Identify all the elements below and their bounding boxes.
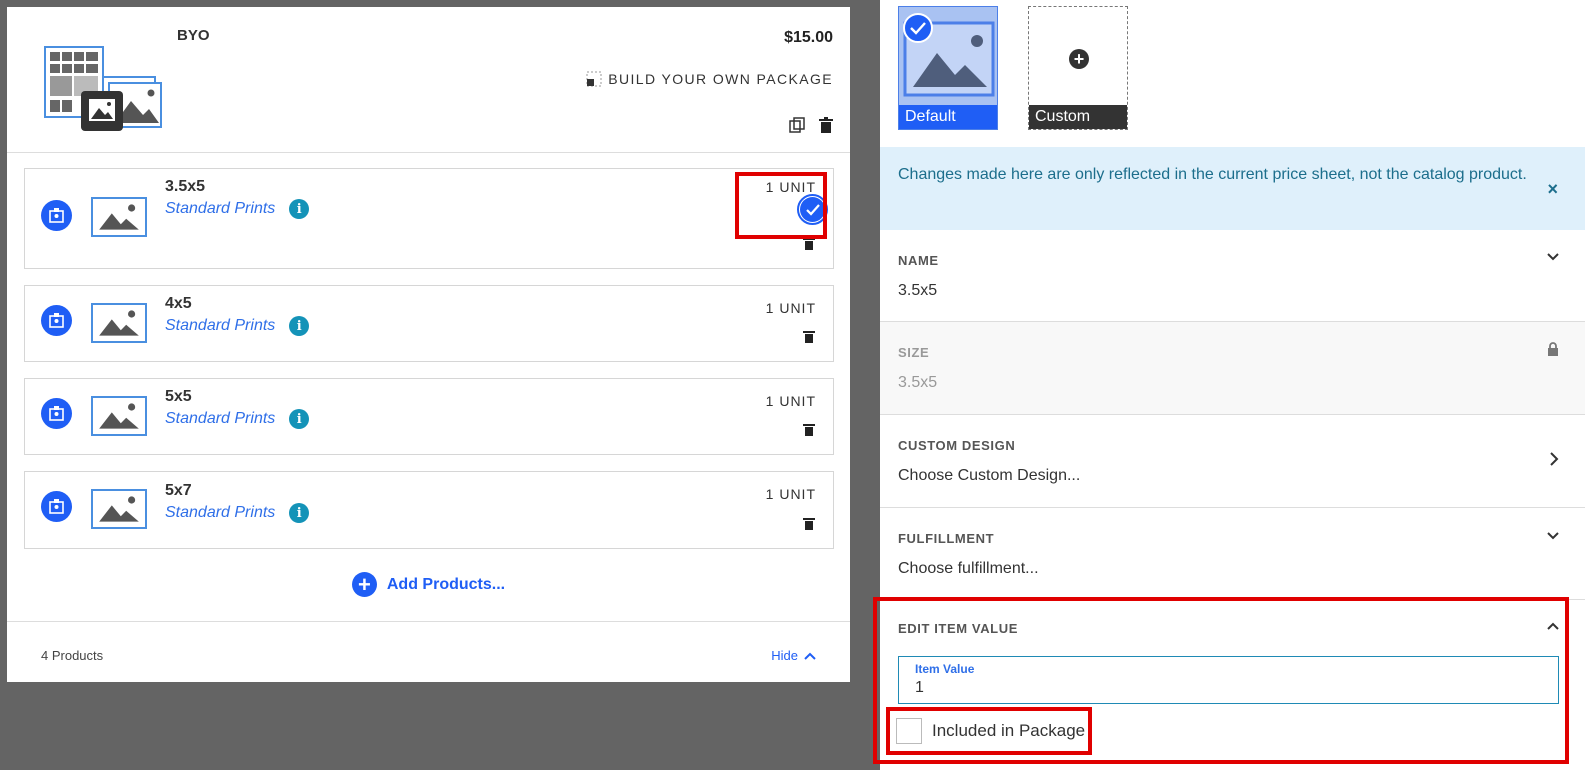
add-products-button[interactable]: + Add Products... — [7, 572, 850, 597]
card-footer: 4 Products Hide — [7, 621, 850, 682]
item-detail-panel: Default + Custom Changes made here are o… — [880, 0, 1585, 770]
custom-design-title: CUSTOM DESIGN — [898, 438, 1016, 453]
notice-text: Changes made here are only reflected in … — [898, 166, 1527, 183]
product-badge-icon[interactable] — [41, 398, 72, 429]
included-in-package-checkbox[interactable] — [896, 718, 922, 744]
package-actions — [789, 117, 833, 133]
product-image-icon — [91, 303, 147, 343]
product-name: 3.5x5 — [165, 178, 206, 195]
product-row[interactable]: 3.5x5 Standard Prints i 1 UNIT — [24, 168, 834, 269]
product-unit: 1 UNIT — [765, 486, 816, 502]
delete-product-icon[interactable] — [803, 237, 815, 250]
chevron-up-icon — [804, 652, 816, 660]
product-image-icon — [91, 489, 147, 529]
item-value-field[interactable]: Item Value — [898, 656, 1559, 704]
package-header: BYO $15.00 BUILD YOUR OWN PACKAGE — [7, 7, 850, 153]
product-category: Standard Prints i — [165, 316, 310, 336]
chevron-right-icon[interactable] — [1550, 452, 1559, 466]
close-icon[interactable]: × — [1547, 177, 1558, 202]
product-image-icon — [91, 396, 147, 436]
custom-image-tile[interactable]: + Custom — [1028, 6, 1128, 130]
product-category-label[interactable]: Standard Prints — [165, 410, 275, 428]
size-section: SIZE 3.5x5 — [880, 322, 1585, 415]
size-value: 3.5x5 — [898, 374, 938, 391]
product-category-label[interactable]: Standard Prints — [165, 317, 275, 335]
fulfillment-value: Choose fulfillment... — [898, 560, 1039, 577]
product-category: Standard Prints i — [165, 409, 310, 429]
package-type-label: BUILD YOUR OWN PACKAGE — [608, 71, 833, 87]
edit-item-value-section[interactable]: EDIT ITEM VALUE Item Value Included in P… — [880, 600, 1585, 770]
custom-design-section[interactable]: CUSTOM DESIGN Choose Custom Design... — [880, 415, 1585, 508]
default-image-tile[interactable]: Default — [898, 6, 998, 130]
chevron-down-icon[interactable] — [1547, 532, 1559, 540]
product-badge-icon[interactable] — [41, 200, 72, 231]
product-unit: 1 UNIT — [765, 393, 816, 409]
delete-package-icon[interactable] — [819, 117, 833, 133]
name-section[interactable]: NAME 3.5x5 — [880, 230, 1585, 322]
included-in-package-label: Included in Package — [932, 721, 1086, 740]
price-sheet-notice: Changes made here are only reflected in … — [880, 147, 1585, 230]
custom-tile-label: Custom — [1029, 105, 1127, 129]
package-card: BYO $15.00 BUILD YOUR OWN PACKAGE 3.5x5 … — [7, 7, 850, 682]
package-title: BYO — [177, 27, 210, 44]
product-name: 5x7 — [165, 482, 192, 499]
duplicate-icon[interactable] — [789, 117, 805, 133]
product-image-icon — [91, 197, 147, 237]
product-unit: 1 UNIT — [765, 179, 816, 195]
item-value-label: Item Value — [915, 662, 975, 676]
product-badge-icon[interactable] — [41, 305, 72, 336]
add-products-label: Add Products... — [386, 575, 506, 593]
product-unit: 1 UNIT — [765, 300, 816, 316]
lock-icon — [1548, 342, 1558, 356]
product-name: 5x5 — [165, 388, 192, 405]
default-tile-label: Default — [899, 105, 997, 129]
plus-icon: + — [1069, 49, 1089, 69]
delete-product-icon[interactable] — [803, 423, 815, 436]
product-row[interactable]: 5x5 Standard Prints i 1 UNIT — [24, 378, 834, 455]
delete-product-icon[interactable] — [803, 330, 815, 343]
info-icon[interactable]: i — [289, 409, 310, 429]
included-in-package-row[interactable]: Included in Package — [896, 718, 1085, 744]
selected-check-icon[interactable] — [797, 194, 828, 225]
product-count: 4 Products — [41, 648, 104, 663]
product-name: 4x5 — [165, 295, 192, 312]
product-category: Standard Prints i — [165, 199, 310, 219]
add-circle-icon: + — [351, 572, 377, 597]
product-category: Standard Prints i — [165, 503, 310, 523]
hide-button[interactable]: Hide — [771, 648, 816, 663]
build-package-icon — [586, 71, 602, 87]
package-thumbnail-icon — [44, 46, 162, 131]
selected-check-icon — [903, 13, 933, 43]
package-type: BUILD YOUR OWN PACKAGE — [586, 71, 833, 87]
info-icon[interactable]: i — [289, 503, 310, 523]
item-value-input[interactable] — [915, 679, 1515, 697]
info-icon[interactable]: i — [289, 316, 310, 336]
product-row[interactable]: 4x5 Standard Prints i 1 UNIT — [24, 285, 834, 362]
product-category-label[interactable]: Standard Prints — [165, 200, 275, 218]
package-price: $15.00 — [784, 29, 833, 46]
fulfillment-title: FULFILLMENT — [898, 531, 995, 546]
product-row[interactable]: 5x7 Standard Prints i 1 UNIT — [24, 471, 834, 549]
product-badge-icon[interactable] — [41, 491, 72, 522]
info-icon[interactable]: i — [289, 199, 310, 219]
name-value: 3.5x5 — [898, 282, 938, 299]
product-category-label[interactable]: Standard Prints — [165, 504, 275, 522]
edit-item-value-title: EDIT ITEM VALUE — [898, 621, 1018, 636]
chevron-up-icon[interactable] — [1547, 622, 1559, 630]
chevron-down-icon[interactable] — [1547, 253, 1559, 261]
size-title: SIZE — [898, 345, 930, 360]
name-title: NAME — [898, 253, 939, 268]
delete-product-icon[interactable] — [803, 517, 815, 530]
fulfillment-section[interactable]: FULFILLMENT Choose fulfillment... — [880, 508, 1585, 600]
custom-design-value: Choose Custom Design... — [898, 467, 1081, 484]
hide-label: Hide — [771, 648, 798, 663]
